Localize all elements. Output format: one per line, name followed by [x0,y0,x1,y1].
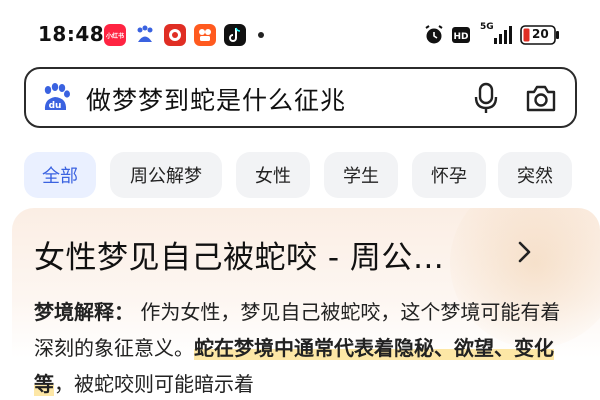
result-card[interactable]: 女性梦见自己被蛇咬 - 周公… 梦境解释： 作为女性，梦见自己被蛇咬，这个梦境可… [12,208,600,400]
baidu-logo-icon: du [40,83,74,113]
search-bar[interactable]: du 做梦梦到蛇是什么征兆 [24,67,577,128]
camera-icon[interactable] [524,81,558,119]
tab-zhougong[interactable]: 周公解梦 [110,152,222,198]
snippet-label: 梦境解释： [34,300,134,324]
status-time: 18:48 [38,22,105,46]
battery-level: 20 [532,27,549,41]
tab-sudden[interactable]: 突然 [498,152,572,198]
tab-female[interactable]: 女性 [236,152,310,198]
filter-tabs: 全部 周公解梦 女性 学生 怀孕 突然 [24,152,600,198]
baidu-icon [134,24,156,46]
tab-student[interactable]: 学生 [324,152,398,198]
hd-icon: HD [452,26,470,48]
chevron-right-icon[interactable] [515,238,535,270]
xiaohongshu-icon: 小红书 [104,24,126,46]
status-bar: 18:48 小红书 HD 5G 20 [0,0,600,58]
kuaishou-icon [194,24,216,46]
tab-all[interactable]: 全部 [24,152,96,198]
snippet-text-continued: ，被蛇咬则可能暗示着 [54,372,254,396]
tab-pregnant[interactable]: 怀孕 [412,152,486,198]
search-input[interactable]: 做梦梦到蛇是什么征兆 [86,81,346,117]
screen: 18:48 小红书 HD 5G 20 du 做梦梦到蛇是什么征兆 全部 周公解梦… [0,0,600,400]
microphone-icon[interactable] [471,81,501,119]
alarm-icon [424,24,444,50]
more-notifications-dot [258,32,264,38]
svg-text:du: du [49,101,62,111]
svg-text:HD: HD [453,32,468,42]
pdd-icon [164,24,186,46]
battery-icon: 20 [520,25,560,49]
result-title[interactable]: 女性梦见自己被蛇咬 - 周公… [34,232,444,277]
tiktok-icon [224,24,246,46]
result-snippet: 梦境解释： 作为女性，梦见自己被蛇咬，这个梦境可能有着深刻的象征意义。蛇在梦境中… [34,294,564,400]
